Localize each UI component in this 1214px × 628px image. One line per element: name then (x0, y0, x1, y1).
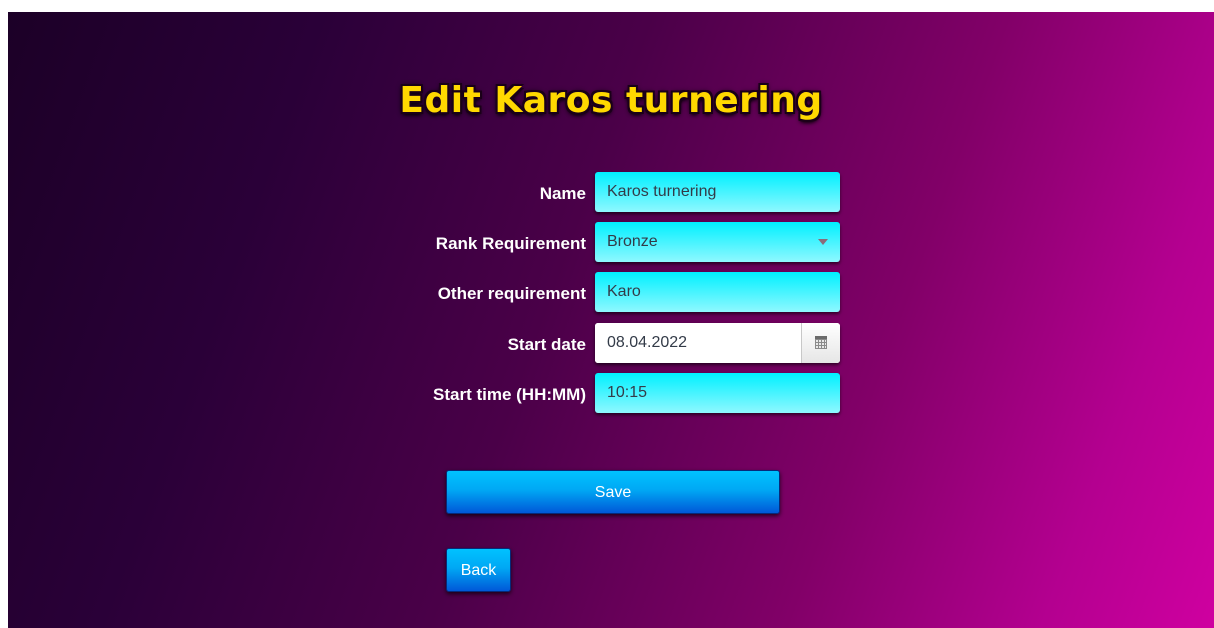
page-title: Edit Karos turnering (399, 80, 823, 121)
start-time-input[interactable] (595, 373, 840, 413)
start-date-label: Start date (507, 335, 586, 354)
start-date-picker (595, 323, 840, 363)
rank-requirement-select[interactable]: Bronze (595, 222, 840, 262)
rank-requirement-label: Rank Requirement (435, 234, 586, 253)
calendar-icon (815, 336, 827, 349)
chevron-down-icon (818, 239, 828, 245)
other-requirement-label: Other requirement (437, 284, 586, 303)
rank-requirement-value: Bronze (607, 233, 658, 250)
date-picker-button[interactable] (801, 323, 840, 363)
back-button[interactable]: Back (446, 548, 511, 592)
save-button[interactable]: Save (446, 470, 780, 514)
name-input[interactable] (595, 172, 840, 212)
start-date-input[interactable] (595, 323, 801, 363)
app-window: Edit Karos turnering Name Rank Requireme… (8, 12, 1214, 628)
name-label: Name (539, 184, 586, 203)
start-time-label: Start time (HH:MM) (433, 385, 586, 404)
other-requirement-input[interactable] (595, 272, 840, 312)
